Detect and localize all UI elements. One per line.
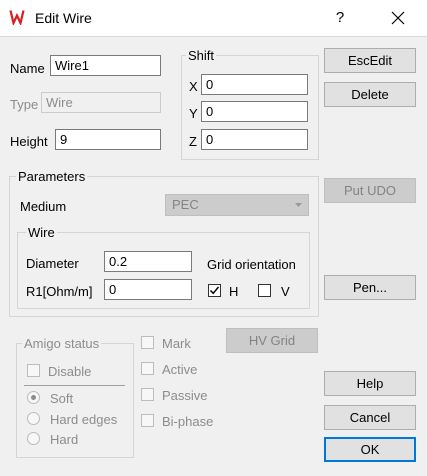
r1-label: R1[Ohm/m] [26,284,93,299]
soft-radio[interactable] [27,391,40,404]
medium-select[interactable]: PEC [165,194,309,216]
wire-group-title: Wire [26,225,57,240]
shift-x-input[interactable]: 0 [201,74,308,95]
diameter-input[interactable]: 0.2 [104,251,192,272]
ok-button[interactable]: OK [324,437,416,462]
put-udo-button[interactable]: Put UDO [324,178,416,203]
checkmark-icon [209,286,220,295]
mark-checkbox[interactable] [141,336,154,349]
shift-z-input[interactable]: 0 [201,129,308,150]
hard-edges-label: Hard edges [50,412,118,427]
window-title: Edit Wire [35,10,92,26]
type-label: Type [10,97,39,112]
radio-selected-dot [31,395,36,400]
help-button[interactable]: Help [324,371,416,396]
hard-edges-radio[interactable] [27,412,40,425]
r1-input[interactable]: 0 [104,279,192,300]
cancel-button[interactable]: Cancel [324,405,416,430]
chevron-down-icon [295,203,302,207]
escedit-button[interactable]: EscEdit [324,48,416,73]
shift-group-title: Shift [186,48,217,63]
type-field: Wire [41,92,161,113]
medium-label: Medium [20,199,67,214]
shift-z-label: Z [189,134,197,149]
hard-radio[interactable] [27,432,40,445]
name-input[interactable]: Wire1 [50,55,161,76]
bi-phase-checkbox[interactable] [141,414,154,427]
context-help-button[interactable]: ? [328,6,352,30]
soft-label: Soft [50,391,74,406]
height-label: Height [10,134,48,149]
grid-h-label: H [229,284,239,299]
grid-h-checkbox[interactable] [208,284,221,297]
hard-label: Hard [50,432,79,447]
height-input[interactable]: 9 [55,129,161,150]
disable-label: Disable [48,364,92,379]
passive-checkbox[interactable] [141,388,154,401]
grid-orientation-label: Grid orientation [207,257,296,272]
app-logo-icon [9,10,25,25]
title-bar: Edit Wire ? [0,0,427,36]
close-icon[interactable] [386,6,410,30]
bi-phase-label: Bi-phase [162,414,214,429]
shift-x-label: X [189,79,198,94]
name-label: Name [10,61,45,76]
grid-v-checkbox[interactable] [258,284,271,297]
parameters-group-title: Parameters [16,169,88,184]
disable-checkbox[interactable] [27,364,40,377]
grid-v-label: V [281,284,290,299]
active-label: Active [162,362,198,377]
medium-select-value: PEC [172,197,199,212]
passive-label: Passive [162,388,208,403]
delete-button[interactable]: Delete [324,82,416,107]
amigo-status-title: Amigo status [22,336,102,351]
shift-y-label: Y [189,106,198,121]
pen-button[interactable]: Pen... [324,275,416,300]
active-checkbox[interactable] [141,362,154,375]
hv-grid-button[interactable]: HV Grid [226,328,318,353]
mark-label: Mark [162,336,191,351]
amigo-separator [24,385,125,386]
diameter-label: Diameter [26,256,79,271]
shift-y-input[interactable]: 0 [201,101,308,122]
